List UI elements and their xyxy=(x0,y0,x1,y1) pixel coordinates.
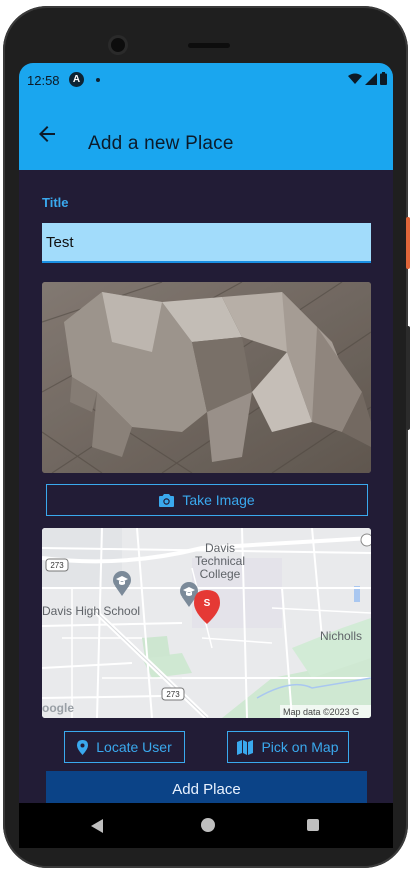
page-title: Add a new Place xyxy=(88,133,234,154)
location-pin-icon xyxy=(77,739,89,755)
road-shield-1: 273 xyxy=(45,558,69,572)
app-notification-icon: A xyxy=(69,72,84,87)
android-nav-bar xyxy=(19,803,393,848)
arrow-back-icon[interactable] xyxy=(35,122,59,146)
battery-icon xyxy=(380,72,387,85)
nav-home-icon[interactable] xyxy=(201,818,215,832)
map-attribution: Map data ©2023 G xyxy=(283,707,359,717)
marker-letter: S xyxy=(204,598,211,609)
status-time: 12:58 xyxy=(27,73,60,88)
app-bar: Add a new Place xyxy=(19,98,393,170)
pick-on-map-button[interactable]: Pick on Map xyxy=(227,731,349,763)
nav-recents-icon[interactable] xyxy=(307,819,319,831)
wifi-icon xyxy=(348,73,362,84)
map-label-technical: Technical xyxy=(195,554,245,568)
map-label-college: College xyxy=(200,567,241,581)
locate-user-button[interactable]: Locate User xyxy=(64,731,185,763)
map-label-high-school: Davis High School xyxy=(42,604,140,618)
take-image-label: Take Image xyxy=(182,492,255,508)
volume-button xyxy=(406,326,410,430)
status-bar: 12:58 A xyxy=(19,63,393,98)
map-icon xyxy=(237,739,254,755)
status-icons xyxy=(348,72,387,85)
title-input[interactable] xyxy=(42,223,371,263)
map-label-nicholls: Nicholls xyxy=(320,629,362,643)
front-camera xyxy=(111,38,125,52)
title-label: Title xyxy=(42,195,69,210)
location-map-preview[interactable]: 273 273 Davis Technical College Davis Hi… xyxy=(42,528,371,718)
road-shield-2: 273 xyxy=(161,687,185,701)
nav-back-icon[interactable] xyxy=(91,819,103,833)
pick-on-map-label: Pick on Map xyxy=(261,739,339,755)
place-photo xyxy=(42,282,371,473)
notification-dot xyxy=(96,78,100,82)
power-button xyxy=(406,217,410,269)
app-screen: 12:58 A Add a new Place Title Test Take … xyxy=(19,63,393,803)
google-logo: oogle xyxy=(42,701,74,715)
earpiece xyxy=(188,43,230,48)
road-label-2: 273 xyxy=(166,690,180,699)
locate-user-label: Locate User xyxy=(96,739,172,755)
take-image-button[interactable]: Take Image xyxy=(46,484,368,516)
map-label-davis: Davis xyxy=(205,541,235,555)
signal-icon xyxy=(365,72,377,85)
add-place-button[interactable]: Add Place xyxy=(46,771,367,803)
road-label-1: 273 xyxy=(50,561,64,570)
camera-icon xyxy=(159,493,175,507)
